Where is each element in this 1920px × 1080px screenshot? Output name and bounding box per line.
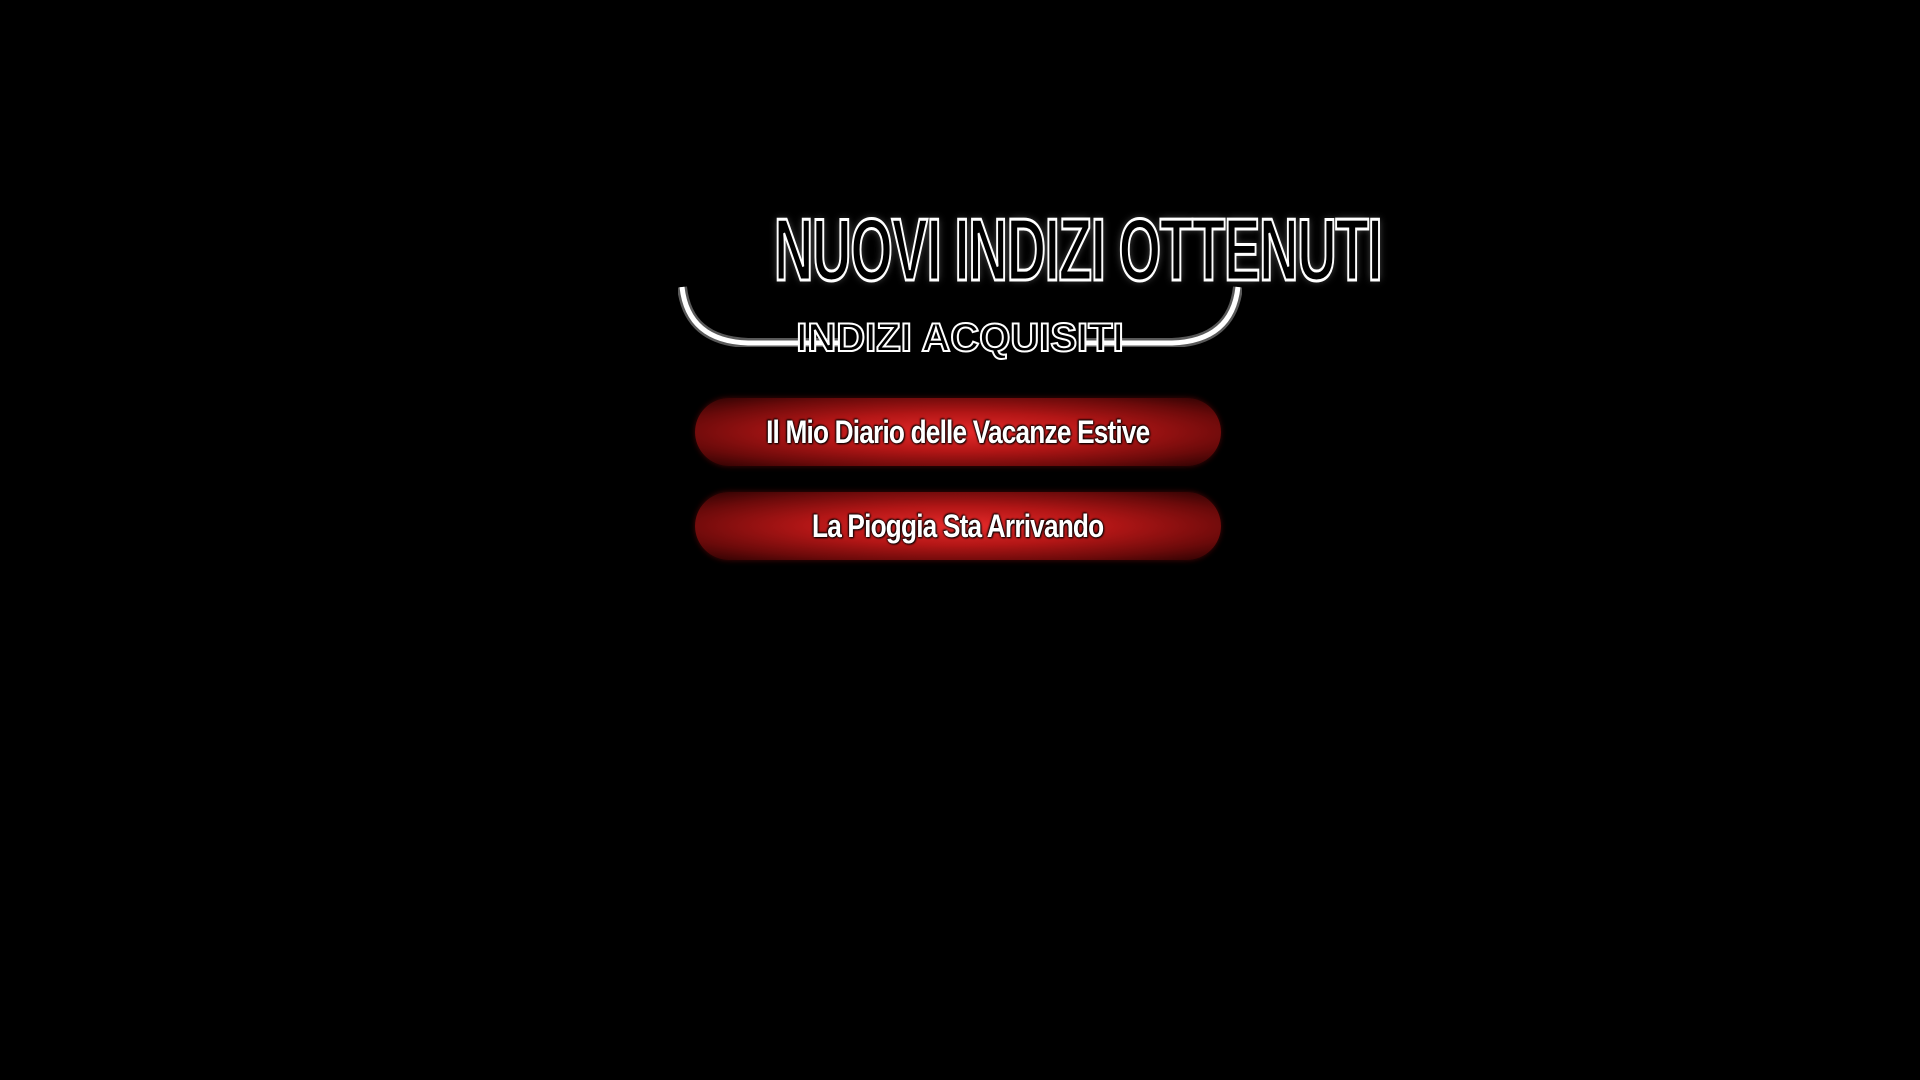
clue-label: Il Mio Diario delle Vacanze Estive [766,413,1150,450]
clue-label: La Pioggia Sta Arrivando [812,507,1104,544]
page-title: NUOVI INDIZI OTTENUTI [773,200,1384,299]
page-subtitle: INDIZI ACQUISITI [795,315,1124,361]
clues-screen: NUOVI INDIZI OTTENUTI INDIZI ACQUISITI I… [0,0,1920,1080]
header: NUOVI INDIZI OTTENUTI INDIZI ACQUISITI [660,200,1384,361]
clue-button-rain-coming[interactable]: La Pioggia Sta Arrivando [695,492,1221,560]
clue-button-summer-diary[interactable]: Il Mio Diario delle Vacanze Estive [695,398,1221,466]
clue-list: Il Mio Diario delle Vacanze Estive La Pi… [695,398,1221,586]
